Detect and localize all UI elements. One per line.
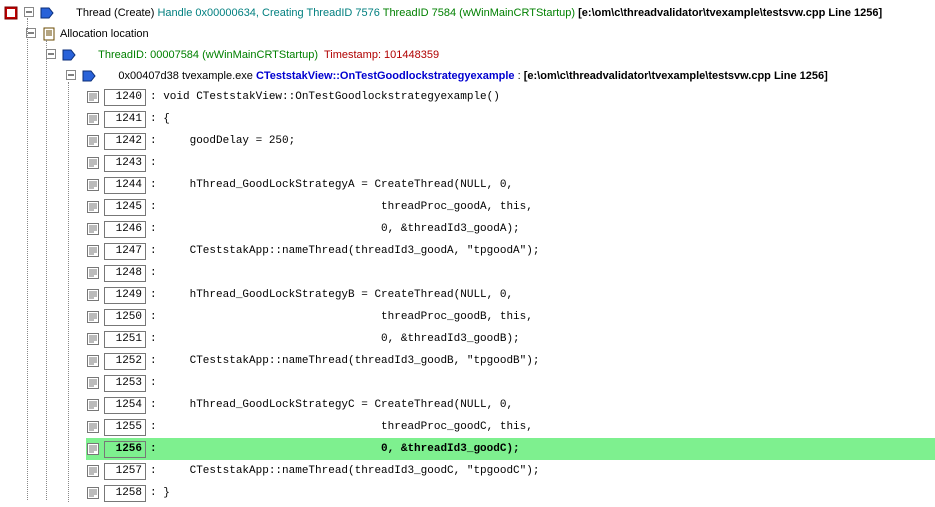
source-line[interactable]: 1251: 0, &threadId3_goodB); <box>4 328 935 350</box>
tag-icon <box>82 69 96 83</box>
thread-row[interactable]: Thread (Create) Handle 0x00000634, Creat… <box>4 2 935 23</box>
collapse-icon[interactable] <box>22 6 36 20</box>
source-line-icon <box>86 464 100 478</box>
source-line-icon <box>86 398 100 412</box>
line-number: 1256 <box>104 441 146 458</box>
line-text: CTeststakApp::nameThread(threadId3_goodA… <box>163 242 539 260</box>
frame-row[interactable]: 0x00407d38 tvexample.exe CTeststakView::… <box>4 65 935 86</box>
line-number: 1257 <box>104 463 146 480</box>
source-line-icon <box>86 266 100 280</box>
line-text: 0, &threadId3_goodA); <box>163 220 519 238</box>
thread-tree: Thread (Create) Handle 0x00000634, Creat… <box>0 0 935 504</box>
line-text: hThread_GoodLockStrategyA = CreateThread… <box>163 176 513 194</box>
line-number: 1242 <box>104 133 146 150</box>
stop-icon <box>4 6 18 20</box>
source-line-icon <box>86 134 100 148</box>
line-number: 1241 <box>104 111 146 128</box>
line-number: 1247 <box>104 243 146 260</box>
line-number: 1244 <box>104 177 146 194</box>
line-number: 1255 <box>104 419 146 436</box>
source-line[interactable]: 1245: threadProc_goodA, this, <box>4 196 935 218</box>
source-line[interactable]: 1254: hThread_GoodLockStrategyC = Create… <box>4 394 935 416</box>
source-line[interactable]: 1250: threadProc_goodB, this, <box>4 306 935 328</box>
line-text: CTeststakApp::nameThread(threadId3_goodB… <box>163 352 539 370</box>
source-line-icon <box>86 420 100 434</box>
source-line[interactable]: 1255: threadProc_goodC, this, <box>4 416 935 438</box>
line-text: hThread_GoodLockStrategyC = CreateThread… <box>163 396 513 414</box>
source-line[interactable]: 1248: <box>4 262 935 284</box>
source-line[interactable]: 1256: 0, &threadId3_goodC); <box>4 438 935 460</box>
document-icon <box>42 27 56 41</box>
line-number: 1248 <box>104 265 146 282</box>
line-text: 0, &threadId3_goodB); <box>163 330 519 348</box>
line-text: goodDelay = 250; <box>163 132 295 150</box>
source-line[interactable]: 1249: hThread_GoodLockStrategyB = Create… <box>4 284 935 306</box>
line-number: 1243 <box>104 155 146 172</box>
line-text: CTeststakApp::nameThread(threadId3_goodC… <box>163 462 539 480</box>
source-line[interactable]: 1247: CTeststakApp::nameThread(threadId3… <box>4 240 935 262</box>
line-number: 1251 <box>104 331 146 348</box>
source-line-icon <box>86 332 100 346</box>
line-text: hThread_GoodLockStrategyB = CreateThread… <box>163 286 513 304</box>
source-line-icon <box>86 288 100 302</box>
source-line-icon <box>86 200 100 214</box>
collapse-icon[interactable] <box>64 69 78 83</box>
source-line[interactable]: 1242: goodDelay = 250; <box>4 130 935 152</box>
source-line-icon <box>86 310 100 324</box>
source-line-icon <box>86 354 100 368</box>
source-listing: 1240: void CTeststakView::OnTestGoodlock… <box>4 86 935 504</box>
source-line[interactable]: 1241: { <box>4 108 935 130</box>
source-line-icon <box>86 178 100 192</box>
source-line[interactable]: 1246: 0, &threadId3_goodA); <box>4 218 935 240</box>
line-number: 1245 <box>104 199 146 216</box>
line-text: void CTeststakView::OnTestGoodlockstrate… <box>163 88 500 106</box>
source-line-icon <box>86 442 100 456</box>
source-line-icon <box>86 244 100 258</box>
line-number: 1254 <box>104 397 146 414</box>
line-text: threadProc_goodB, this, <box>163 308 533 326</box>
line-number: 1240 <box>104 89 146 106</box>
line-text: threadProc_goodC, this, <box>163 418 533 436</box>
line-number: 1252 <box>104 353 146 370</box>
source-line[interactable]: 1258: } <box>4 482 935 504</box>
source-line[interactable]: 1252: CTeststakApp::nameThread(threadId3… <box>4 350 935 372</box>
line-text: threadProc_goodA, this, <box>163 198 533 216</box>
source-line-icon <box>86 112 100 126</box>
line-number: 1249 <box>104 287 146 304</box>
line-number: 1258 <box>104 485 146 502</box>
source-line-icon <box>86 156 100 170</box>
line-text: } <box>163 484 170 502</box>
source-line-icon <box>86 376 100 390</box>
source-line[interactable]: 1257: CTeststakApp::nameThread(threadId3… <box>4 460 935 482</box>
source-line-icon <box>86 486 100 500</box>
line-text: { <box>163 110 170 128</box>
source-line[interactable]: 1253: <box>4 372 935 394</box>
source-line[interactable]: 1244: hThread_GoodLockStrategyA = Create… <box>4 174 935 196</box>
source-line[interactable]: 1243: <box>4 152 935 174</box>
tag-icon <box>40 6 54 20</box>
tag-icon <box>62 48 76 62</box>
line-text: 0, &threadId3_goodC); <box>163 440 519 458</box>
line-number: 1253 <box>104 375 146 392</box>
source-line-icon <box>86 90 100 104</box>
line-number: 1250 <box>104 309 146 326</box>
line-number: 1246 <box>104 221 146 238</box>
source-line-icon <box>86 222 100 236</box>
